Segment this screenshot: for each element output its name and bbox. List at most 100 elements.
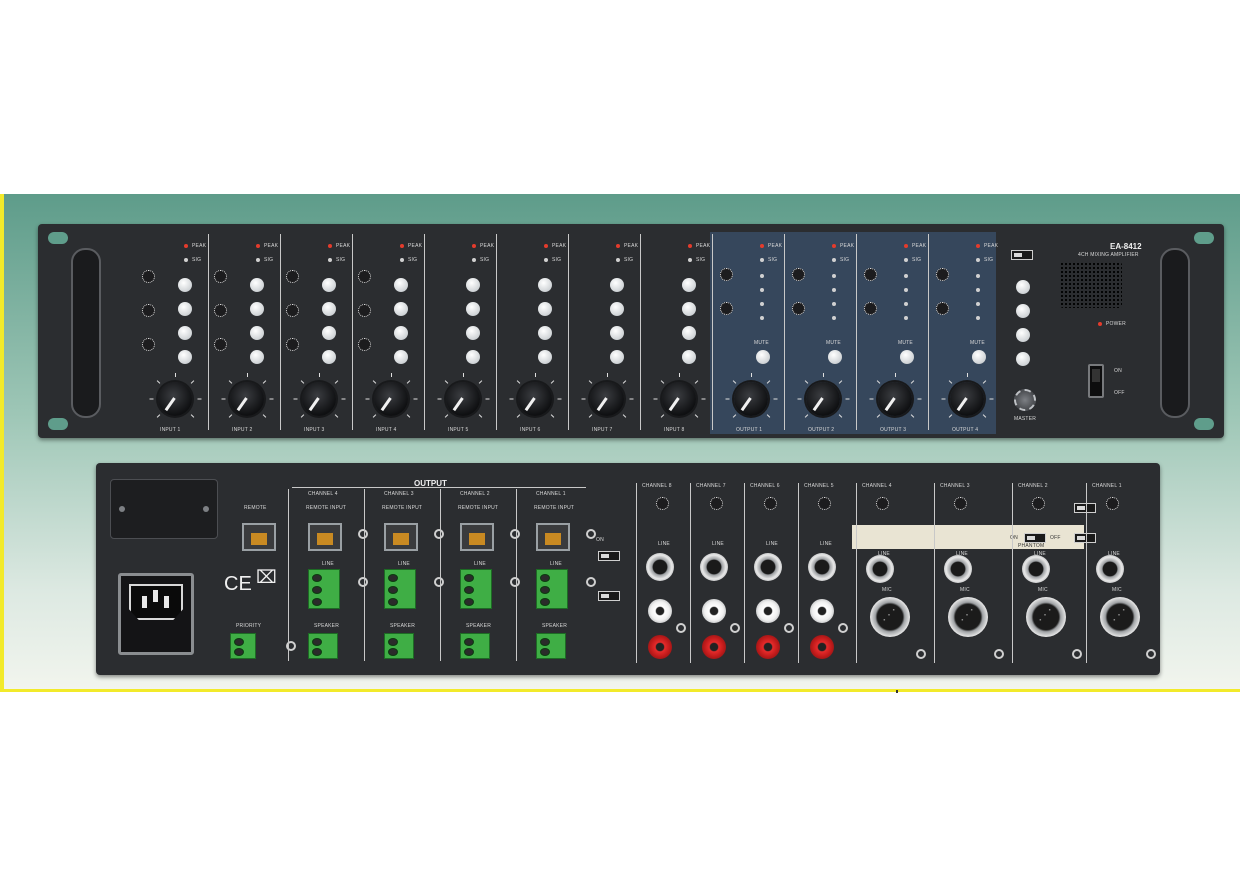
bass-trim[interactable]: [936, 302, 949, 315]
line-jack[interactable]: [866, 555, 894, 583]
route-button[interactable]: [466, 302, 480, 316]
line-jack[interactable]: [646, 553, 674, 581]
mic-xlr-input[interactable]: [870, 597, 910, 637]
remote-input-port[interactable]: [384, 523, 418, 551]
rca-right-jack[interactable]: [702, 635, 726, 659]
bass-trim[interactable]: [720, 302, 733, 315]
input-gain-trim[interactable]: [818, 497, 831, 510]
treble-trim[interactable]: [864, 268, 877, 281]
output-volume-knob[interactable]: [878, 382, 912, 416]
route-button[interactable]: [394, 278, 408, 292]
line-terminal[interactable]: [460, 569, 492, 609]
power-inlet[interactable]: [118, 573, 194, 655]
treble-trim[interactable]: [720, 268, 733, 281]
line-terminal[interactable]: [384, 569, 416, 609]
bass-trim[interactable]: [214, 338, 227, 351]
route-button[interactable]: [250, 278, 264, 292]
rca-left-jack[interactable]: [648, 599, 672, 623]
treble-trim[interactable]: [214, 304, 227, 317]
route-button[interactable]: [610, 326, 624, 340]
bass-trim[interactable]: [358, 338, 371, 351]
treble-trim[interactable]: [936, 268, 949, 281]
speaker-terminal[interactable]: [536, 633, 566, 659]
master-volume-knob[interactable]: [1014, 389, 1036, 411]
output-volume-knob[interactable]: [950, 382, 984, 416]
mic-xlr-input[interactable]: [948, 597, 988, 637]
line-jack[interactable]: [808, 553, 836, 581]
gain-trim[interactable]: [358, 270, 371, 283]
input-volume-knob[interactable]: [662, 382, 696, 416]
priority-button-4[interactable]: [1016, 352, 1030, 366]
gain-trim[interactable]: [214, 270, 227, 283]
input-gain-trim[interactable]: [954, 497, 967, 510]
input-gain-trim[interactable]: [710, 497, 723, 510]
rack-handle[interactable]: [71, 248, 101, 418]
treble-trim[interactable]: [358, 304, 371, 317]
input-volume-knob[interactable]: [374, 382, 408, 416]
route-button[interactable]: [682, 302, 696, 316]
mute-button[interactable]: [972, 350, 986, 364]
route-button[interactable]: [538, 326, 552, 340]
gain-trim[interactable]: [142, 270, 155, 283]
gain-trim[interactable]: [286, 270, 299, 283]
route-button[interactable]: [538, 278, 552, 292]
phantom-switch[interactable]: [1024, 533, 1046, 543]
bass-trim[interactable]: [864, 302, 877, 315]
input-volume-knob[interactable]: [158, 382, 192, 416]
route-button[interactable]: [466, 326, 480, 340]
treble-trim[interactable]: [792, 268, 805, 281]
remote-input-port[interactable]: [536, 523, 570, 551]
route-button[interactable]: [250, 302, 264, 316]
bass-trim[interactable]: [286, 338, 299, 351]
power-switch[interactable]: [1088, 364, 1104, 398]
route-button[interactable]: [682, 326, 696, 340]
bass-trim[interactable]: [792, 302, 805, 315]
input-gain-trim[interactable]: [1032, 497, 1045, 510]
line-jack[interactable]: [1022, 555, 1050, 583]
speaker-terminal[interactable]: [308, 633, 338, 659]
rca-right-jack[interactable]: [810, 635, 834, 659]
rca-left-jack[interactable]: [702, 599, 726, 623]
mode-selector-switch[interactable]: [1011, 250, 1033, 260]
input-gain-trim[interactable]: [764, 497, 777, 510]
route-button[interactable]: [394, 302, 408, 316]
input-volume-knob[interactable]: [230, 382, 264, 416]
mic-xlr-input[interactable]: [1100, 597, 1140, 637]
speaker-terminal[interactable]: [460, 633, 490, 659]
route-button[interactable]: [322, 350, 336, 364]
treble-trim[interactable]: [142, 304, 155, 317]
ch1-switch-a[interactable]: [1074, 503, 1096, 513]
line-terminal[interactable]: [308, 569, 340, 609]
route-button[interactable]: [178, 326, 192, 340]
mode-switch-2[interactable]: [598, 591, 620, 601]
route-button[interactable]: [466, 278, 480, 292]
rca-right-jack[interactable]: [648, 635, 672, 659]
route-button[interactable]: [682, 350, 696, 364]
speaker-terminal[interactable]: [384, 633, 414, 659]
line-jack[interactable]: [1096, 555, 1124, 583]
route-button[interactable]: [322, 278, 336, 292]
remote-input-port[interactable]: [460, 523, 494, 551]
route-button[interactable]: [322, 302, 336, 316]
route-button[interactable]: [250, 350, 264, 364]
route-button[interactable]: [178, 278, 192, 292]
line-terminal[interactable]: [536, 569, 568, 609]
priority-button-3[interactable]: [1016, 328, 1030, 342]
rca-left-jack[interactable]: [810, 599, 834, 623]
output-volume-knob[interactable]: [734, 382, 768, 416]
route-button[interactable]: [610, 302, 624, 316]
route-button[interactable]: [178, 350, 192, 364]
rack-handle[interactable]: [1160, 248, 1190, 418]
treble-trim[interactable]: [286, 304, 299, 317]
route-button[interactable]: [250, 326, 264, 340]
priority-button-1[interactable]: [1016, 280, 1030, 294]
line-jack[interactable]: [754, 553, 782, 581]
remote-port[interactable]: [242, 523, 276, 551]
route-button[interactable]: [538, 302, 552, 316]
route-button[interactable]: [394, 326, 408, 340]
input-volume-knob[interactable]: [590, 382, 624, 416]
mode-switch[interactable]: [598, 551, 620, 561]
route-button[interactable]: [610, 278, 624, 292]
mute-button[interactable]: [900, 350, 914, 364]
route-button[interactable]: [394, 350, 408, 364]
